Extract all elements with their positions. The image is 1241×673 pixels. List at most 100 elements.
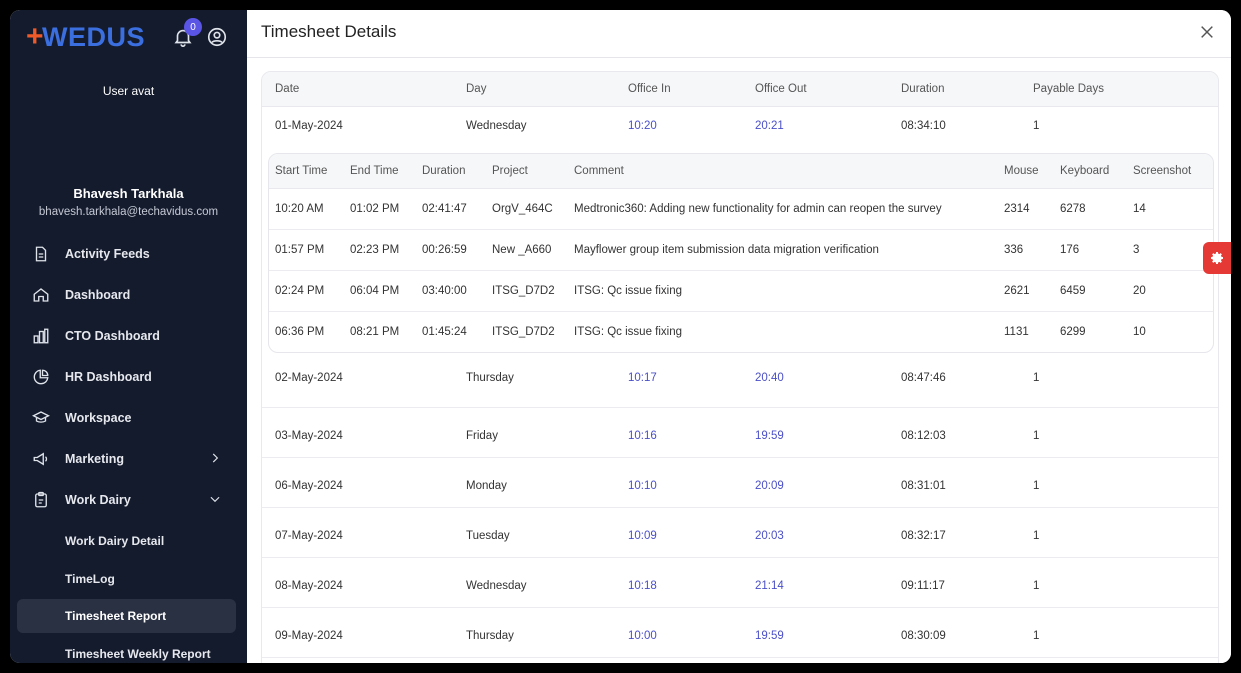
top-bar: + WEDUS 0 (26, 18, 236, 53)
column-header-office-out[interactable]: Office Out (755, 83, 807, 95)
duration-cell: 09:11:17 (901, 580, 945, 592)
office-out-cell: 21:14 (755, 580, 784, 592)
sidebar-item-label: CTO Dashboard (65, 329, 160, 343)
document-icon (31, 244, 51, 264)
settings-button[interactable] (1203, 242, 1231, 274)
duration-cell: 00:26:59 (422, 244, 467, 256)
end-time-cell: 02:23 PM (350, 244, 400, 256)
sidebar-item-hr-dashboard[interactable]: HR Dashboard (17, 360, 236, 394)
office-out-cell: 20:40 (755, 372, 784, 384)
sidebar-item-work-dairy[interactable]: Work Dairy (17, 483, 236, 517)
duration-cell: 08:34:10 (901, 120, 946, 132)
sidebar: + WEDUS 0 User avat Bhavesh Tarkhala bha… (10, 10, 247, 663)
keyboard-cell: 6299 (1060, 326, 1086, 338)
table-row[interactable]: 08-May-2024 Wednesday 10:18 21:14 09:11:… (262, 558, 1218, 608)
office-out-cell: 19:59 (755, 430, 784, 442)
date-cell: 06-May-2024 (275, 480, 343, 492)
sidebar-subitem-timesheet-weekly-report[interactable]: Timesheet Weekly Report (17, 637, 236, 663)
column-header-payable-days[interactable]: Payable Days (1033, 83, 1104, 95)
duration-cell: 08:12:03 (901, 430, 946, 442)
date-cell: 08-May-2024 (275, 580, 343, 592)
table-row-expanded[interactable]: 01-May-2024 Wednesday 10:20 20:21 08:34:… (262, 107, 1218, 148)
sidebar-subitem-timesheet-report[interactable]: Timesheet Report (17, 599, 236, 633)
date-cell: 03-May-2024 (275, 430, 343, 442)
payable-days-cell: 1 (1033, 480, 1040, 492)
sidebar-item-label: Activity Feeds (65, 247, 150, 261)
user-circle-icon[interactable] (206, 26, 228, 48)
screenshot-cell: 10 (1133, 326, 1146, 338)
office-out-cell: 20:09 (755, 480, 784, 492)
detail-table: Start Time End Time Duration Project Com… (268, 153, 1214, 353)
payable-days-cell: 1 (1033, 372, 1040, 384)
office-out-cell: 19:59 (755, 630, 784, 642)
project-cell: New _A660 (492, 244, 552, 256)
comment-cell: ITSG: Qc issue fixing (574, 285, 683, 297)
column-header-day[interactable]: Day (466, 83, 486, 95)
table-row[interactable]: 02-May-2024 Thursday 10:17 20:40 08:47:4… (262, 358, 1218, 408)
sidebar-item-dashboard[interactable]: Dashboard (17, 278, 236, 312)
payable-days-cell: 1 (1033, 630, 1040, 642)
column-header-start-time: Start Time (275, 165, 328, 177)
detail-row: 01:57 PM 02:23 PM 00:26:59 New _A660 May… (269, 230, 1213, 271)
project-cell: OrgV_464C (492, 203, 553, 215)
sidebar-item-label: Workspace (65, 411, 132, 425)
megaphone-icon (31, 449, 51, 469)
chevron-right-icon (212, 453, 219, 463)
detail-row: 06:36 PM 08:21 PM 01:45:24 ITSG_D7D2 ITS… (269, 312, 1213, 352)
sidebar-item-workspace[interactable]: Workspace (17, 401, 236, 435)
day-cell: Thursday (466, 630, 514, 642)
graduation-cap-icon (31, 408, 51, 428)
comment-cell: Medtronic360: Adding new functionality f… (574, 203, 942, 215)
column-header-duration: Duration (422, 165, 466, 177)
logo[interactable]: + WEDUS (26, 20, 146, 53)
office-out-cell: 20:21 (755, 120, 784, 132)
notification-badge: 0 (184, 18, 202, 36)
table-header: Date Day Office In Office Out Duration P… (262, 72, 1218, 107)
column-header-duration[interactable]: Duration (901, 83, 944, 95)
payable-days-cell: 1 (1033, 580, 1040, 592)
screenshot-cell: 14 (1133, 203, 1146, 215)
bar-chart-icon (31, 326, 51, 346)
sidebar-subitem-timelog[interactable]: TimeLog (17, 562, 236, 596)
office-in-cell: 10:18 (628, 580, 657, 592)
column-header-keyboard: Keyboard (1060, 165, 1110, 177)
sidebar-subitem-work-dairy-detail[interactable]: Work Dairy Detail (17, 524, 236, 558)
date-cell: 02-May-2024 (275, 372, 343, 384)
logo-text: WEDUS (42, 21, 146, 52)
day-cell: Wednesday (466, 120, 527, 132)
user-email: bhavesh.tarkhala@techavidus.com (38, 206, 219, 218)
office-in-cell: 10:17 (628, 372, 657, 384)
home-icon (31, 285, 51, 305)
office-out-cell: 20:03 (755, 530, 784, 542)
screenshot-cell: 20 (1133, 285, 1146, 297)
table-row[interactable]: 09-May-2024 Thursday 10:00 19:59 08:30:0… (262, 608, 1218, 658)
office-in-cell: 10:10 (628, 480, 657, 492)
project-cell: ITSG_D7D2 (492, 285, 555, 297)
table-row[interactable]: 06-May-2024 Monday 10:10 20:09 08:31:01 … (262, 458, 1218, 508)
column-header-end-time: End Time (350, 165, 399, 177)
comment-cell: ITSG: Qc issue fixing (574, 326, 683, 338)
project-cell: ITSG_D7D2 (492, 326, 555, 338)
date-cell: 01-May-2024 (275, 120, 343, 132)
keyboard-cell: 6459 (1060, 285, 1086, 297)
sidebar-item-activity-feeds[interactable]: Activity Feeds (17, 237, 236, 271)
screenshot-cell: 3 (1133, 244, 1140, 256)
clipboard-icon (31, 490, 51, 510)
duration-cell: 08:32:17 (901, 530, 946, 542)
column-header-date[interactable]: Date (275, 83, 299, 95)
sidebar-item-label: Marketing (65, 452, 125, 466)
table-row[interactable]: 07-May-2024 Tuesday 10:09 20:03 08:32:17… (262, 508, 1218, 558)
payable-days-cell: 1 (1033, 530, 1040, 542)
table-row[interactable]: 03-May-2024 Friday 10:16 19:59 08:12:03 … (262, 408, 1218, 458)
column-header-office-in[interactable]: Office In (628, 83, 671, 95)
day-cell: Thursday (466, 372, 514, 384)
sidebar-item-cto-dashboard[interactable]: CTO Dashboard (17, 319, 236, 353)
duration-cell: 02:41:47 (422, 203, 467, 215)
modal-title: Timesheet Details (261, 22, 397, 41)
sidebar-item-marketing[interactable]: Marketing (17, 442, 236, 476)
close-icon[interactable] (1199, 24, 1215, 40)
duration-cell: 01:45:24 (422, 326, 467, 338)
user-name: Bhavesh Tarkhala (73, 186, 184, 201)
column-header-comment: Comment (574, 165, 624, 177)
column-header-mouse: Mouse (1004, 165, 1039, 177)
